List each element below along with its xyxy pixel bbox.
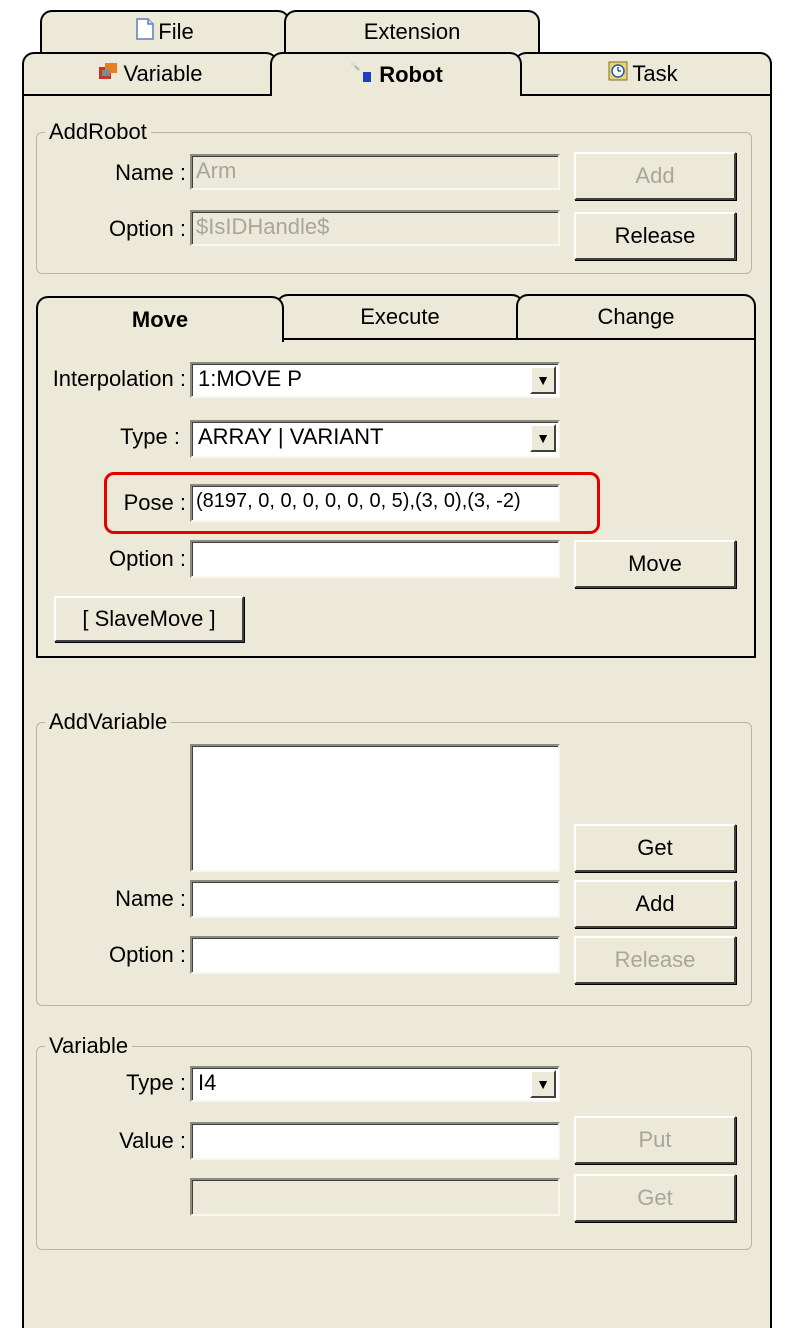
- tab-file-label: File: [158, 19, 194, 44]
- tab-task[interactable]: Task: [514, 52, 772, 94]
- get-variable-button[interactable]: Get: [574, 1174, 736, 1222]
- tab-variable[interactable]: Variable: [22, 52, 278, 94]
- chevron-down-icon[interactable]: ▼: [530, 366, 556, 394]
- tab-move[interactable]: Move: [36, 296, 284, 342]
- type-select[interactable]: ARRAY | VARIANT ▼: [190, 420, 560, 458]
- variable-group-label: Variable: [45, 1033, 133, 1059]
- get-variable-list-button[interactable]: Get: [574, 824, 736, 872]
- add-robot-group-label: AddRobot: [45, 119, 151, 145]
- interpolation-select[interactable]: 1:MOVE P ▼: [190, 362, 560, 398]
- variable-value-label: Value :: [119, 1128, 186, 1153]
- pose-highlight-box: [104, 472, 600, 534]
- tab-robot-label: Robot: [379, 62, 443, 87]
- move-option-field[interactable]: [190, 540, 560, 578]
- robot-name-label: Name :: [115, 160, 186, 185]
- tab-underline-left: [22, 94, 272, 96]
- tab-change-label: Change: [597, 304, 675, 329]
- move-panel-topline: [284, 338, 756, 340]
- release-variable-button[interactable]: Release: [574, 936, 736, 984]
- type-value: ARRAY | VARIANT: [198, 424, 384, 449]
- tab-extension-label: Extension: [363, 19, 461, 44]
- variable-option-label: Option :: [108, 942, 186, 967]
- variable-icon: [97, 61, 119, 87]
- slave-move-button[interactable]: [ SlaveMove ]: [54, 596, 244, 642]
- tab-file[interactable]: File: [40, 10, 290, 52]
- robot-option-field[interactable]: $IsIDHandle$: [190, 210, 560, 246]
- task-icon: [608, 61, 628, 87]
- release-robot-button[interactable]: Release: [574, 212, 736, 260]
- type-label: Type :: [120, 424, 180, 449]
- variable-name-field[interactable]: [190, 880, 560, 918]
- variable-option-field[interactable]: [190, 936, 560, 974]
- interpolation-label: Interpolation :: [52, 366, 186, 391]
- tab-execute-label: Execute: [360, 304, 440, 329]
- variable-name-label: Name :: [115, 886, 186, 911]
- move-option-label: Option :: [108, 546, 186, 571]
- tab-move-label: Move: [131, 307, 189, 332]
- add-variable-button[interactable]: Add: [574, 880, 736, 928]
- variable-type-label: Type :: [126, 1070, 186, 1095]
- tab-variable-label: Variable: [123, 61, 203, 86]
- tab-execute[interactable]: Execute: [276, 294, 524, 338]
- chevron-down-icon[interactable]: ▼: [530, 1070, 556, 1098]
- move-button[interactable]: Move: [574, 540, 736, 588]
- variable-readout-field: [190, 1178, 560, 1216]
- add-variable-group-label: AddVariable: [45, 709, 172, 735]
- put-variable-button[interactable]: Put: [574, 1116, 736, 1164]
- tab-robot[interactable]: Robot: [270, 52, 522, 96]
- add-robot-button[interactable]: Add: [574, 152, 736, 200]
- interpolation-value: 1:MOVE P: [198, 366, 302, 391]
- tab-task-label: Task: [632, 61, 678, 86]
- variable-list-box[interactable]: [190, 744, 560, 872]
- robot-name-field[interactable]: Arm: [190, 154, 560, 190]
- tab-underline-right: [520, 94, 772, 96]
- robot-icon: [349, 60, 375, 90]
- robot-option-label: Option :: [108, 216, 186, 241]
- tab-change[interactable]: Change: [516, 294, 756, 338]
- variable-value-field[interactable]: [190, 1122, 560, 1160]
- chevron-down-icon[interactable]: ▼: [530, 424, 556, 452]
- tab-extension[interactable]: Extension: [284, 10, 540, 52]
- file-icon: [136, 18, 155, 46]
- variable-type-value: I4: [198, 1070, 217, 1095]
- variable-type-select[interactable]: I4 ▼: [190, 1066, 560, 1102]
